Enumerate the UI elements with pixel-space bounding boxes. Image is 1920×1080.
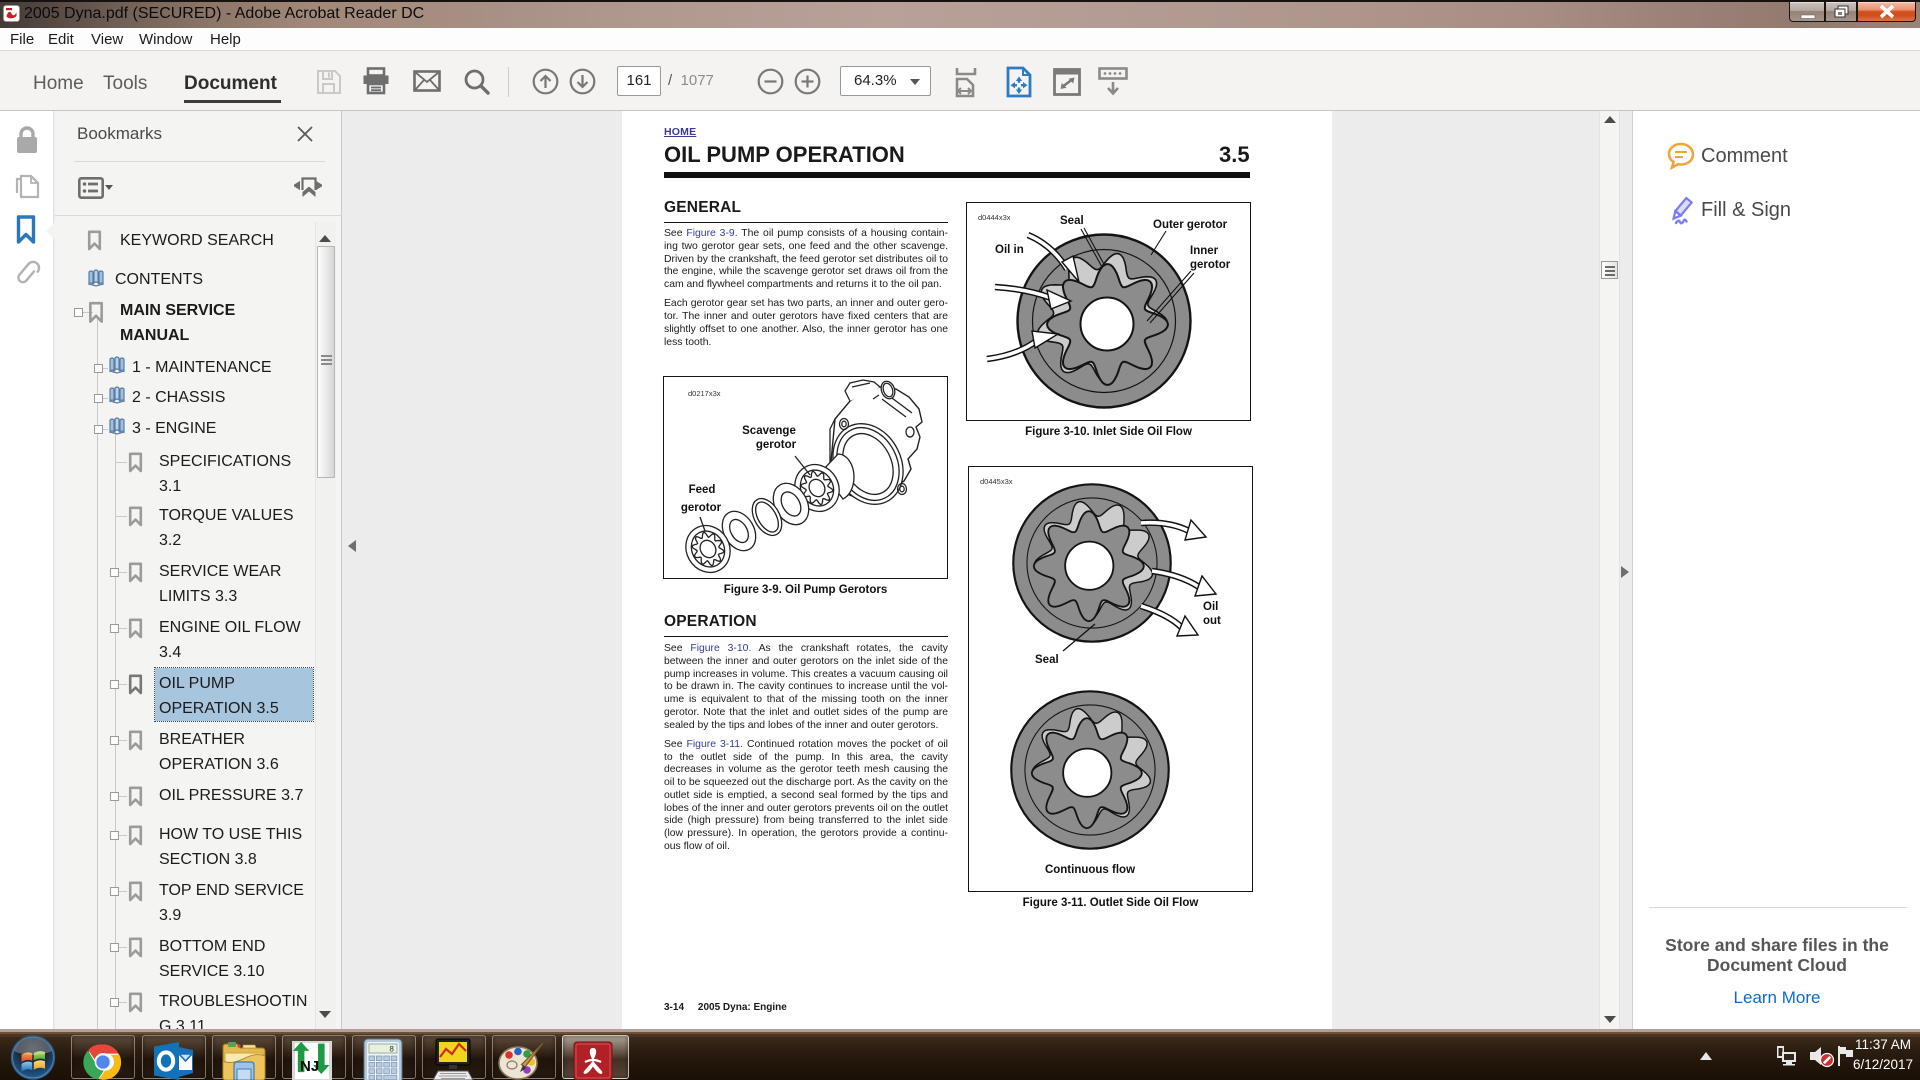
svg-text:gerotor: gerotor xyxy=(756,439,797,451)
svg-text:Seal: Seal xyxy=(1035,654,1059,666)
svg-text:Scavenge: Scavenge xyxy=(742,425,796,437)
svg-text:gerotor: gerotor xyxy=(681,502,722,514)
svg-text:Continuous flow: Continuous flow xyxy=(1045,864,1135,876)
svg-text:NJ: NJ xyxy=(300,1058,319,1075)
svg-text:out: out xyxy=(1203,615,1221,627)
svg-text:gerotor: gerotor xyxy=(1190,259,1231,271)
svg-text:Feed: Feed xyxy=(689,484,716,496)
svg-text:Outer gerotor: Outer gerotor xyxy=(1153,219,1228,231)
svg-text:8: 8 xyxy=(389,1046,394,1055)
svg-text:Oil: Oil xyxy=(1203,601,1218,613)
svg-text:Oil in: Oil in xyxy=(995,244,1024,256)
svg-text:Inner: Inner xyxy=(1190,245,1219,257)
svg-text:Seal: Seal xyxy=(1060,215,1084,227)
